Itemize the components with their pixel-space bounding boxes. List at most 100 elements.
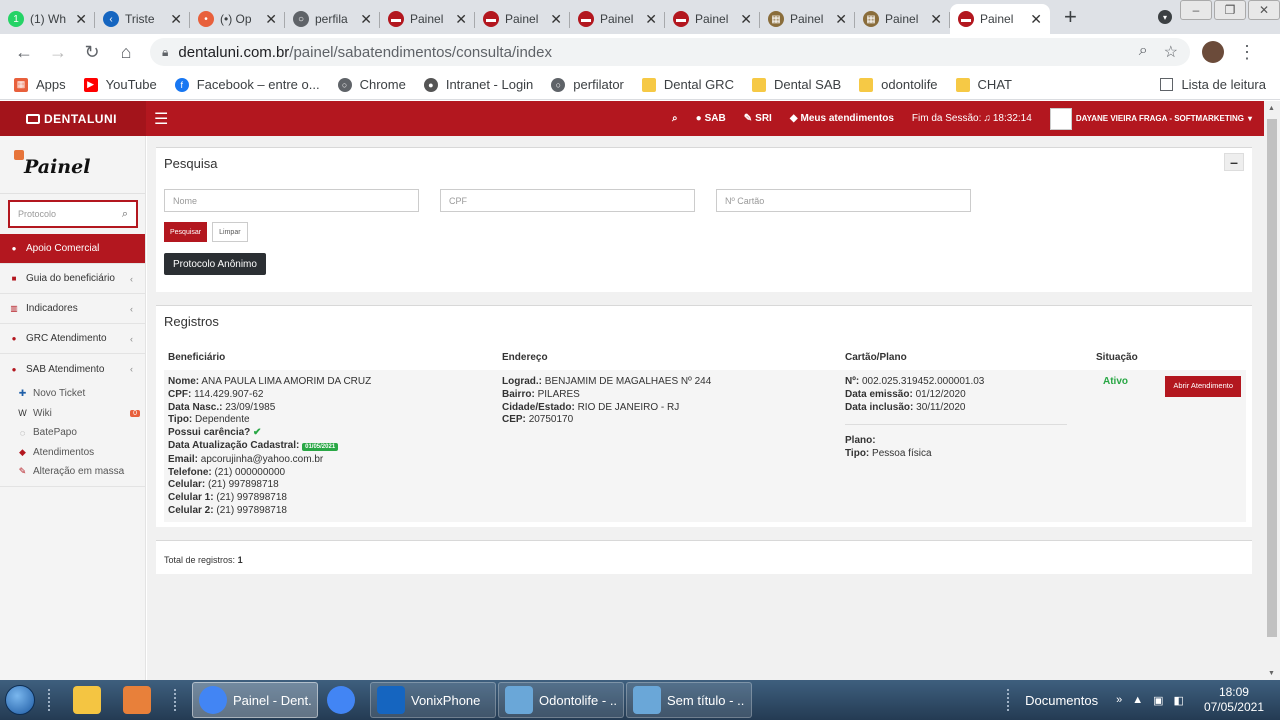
explorer-taskbar-button[interactable] <box>66 682 114 718</box>
abrir-atendimento-button[interactable]: Abrir Atendimento <box>1165 376 1241 397</box>
system-clock[interactable]: 18:09 07/05/2021 <box>1204 685 1264 715</box>
brand-logo[interactable]: DENTALUNI <box>0 101 146 136</box>
sidebar-item-atendimentos[interactable]: ◆ Atendimentos <box>0 443 145 463</box>
protocol-input[interactable]: Protocolo ⌕ <box>8 200 138 228</box>
lock-icon[interactable]: 🔒︎ <box>162 45 168 60</box>
close-tab-icon[interactable]: ✕ <box>170 11 182 28</box>
protocolo-anonimo-button[interactable]: Protocolo Anônimo <box>164 253 266 275</box>
bookmark-intranet[interactable]: ● Intranet - Login <box>423 77 533 92</box>
browser-tab[interactable]: ▬ Painel ✕ <box>665 4 760 34</box>
volume-icon[interactable]: ◧ <box>1174 694 1184 707</box>
scroll-up-icon[interactable]: ▲ <box>1268 105 1275 112</box>
close-tab-icon[interactable]: ✕ <box>1030 11 1042 28</box>
browser-tab[interactable]: ▦ Painel ✕ <box>855 4 950 34</box>
documents-toolbar[interactable]: Documentos <box>1025 693 1098 708</box>
close-tab-icon[interactable]: ✕ <box>835 11 847 28</box>
back-icon[interactable]: ← <box>10 38 38 66</box>
minimize-icon[interactable]: – <box>1180 0 1212 20</box>
address-bar[interactable]: 🔒︎ dentaluni.com.br/painel/sabatendiment… <box>150 38 1190 66</box>
tab-search-icon[interactable]: ▾ <box>1158 10 1172 24</box>
home-icon[interactable]: ⌂ <box>112 38 140 66</box>
close-tab-icon[interactable]: ✕ <box>550 11 562 28</box>
reading-list-button[interactable]: Lista de leitura <box>1160 77 1266 92</box>
browser-tab[interactable]: ‹ Triste ✕ <box>95 4 190 34</box>
panel-icon: ▦ <box>863 11 879 27</box>
search-icon[interactable]: ⌕ <box>672 113 678 124</box>
collapse-icon[interactable]: – <box>1224 153 1244 171</box>
folder-icon <box>641 77 656 92</box>
info-icon: ● <box>11 244 17 253</box>
close-tab-icon[interactable]: ✕ <box>645 11 657 28</box>
bookmark-chrome[interactable]: ○ Chrome <box>337 77 406 92</box>
scroll-down-icon[interactable]: ▼ <box>1268 670 1275 677</box>
nav-sri[interactable]: ✎ SRI <box>744 113 772 124</box>
expand-toolbar-icon[interactable]: » <box>1116 694 1122 706</box>
new-tab-button[interactable]: + <box>1050 4 1091 34</box>
bookmark-apps[interactable]: ▦ Apps <box>14 77 66 92</box>
browser-tab[interactable]: ▬ Painel ✕ <box>380 4 475 34</box>
sidebar-item-novo-ticket[interactable]: ✚ Novo Ticket <box>0 384 145 404</box>
browser-tab[interactable]: ▬ Painel ✕ <box>570 4 665 34</box>
browser-tab[interactable]: ▦ Painel ✕ <box>760 4 855 34</box>
chrome-taskbar-button[interactable] <box>320 682 368 718</box>
bookmark-odontolife[interactable]: odontolife <box>859 77 938 92</box>
nav-meus-atendimentos[interactable]: ◆ Meus atendimentos <box>790 113 894 124</box>
close-window-icon[interactable]: ✕ <box>1248 0 1280 20</box>
sidebar-item-guia[interactable]: ■ Guia do beneficiário ‹ <box>0 264 145 294</box>
bookmark-perfilator[interactable]: ○ perfilator <box>551 77 624 92</box>
cartao-input[interactable]: Nº Cartão <box>716 189 971 212</box>
browser-tab[interactable]: 1 (1) Wh ✕ <box>0 4 95 34</box>
bookmark-youtube[interactable]: ▶ YouTube <box>83 77 157 92</box>
browser-tab[interactable]: ○ perfila ✕ <box>285 4 380 34</box>
tray-arrow-icon[interactable]: ▲ <box>1132 694 1143 706</box>
user-menu[interactable]: DAYANE VIEIRA FRAGA - SOFTMARKETING ▾ <box>1049 107 1252 130</box>
odontolife-taskbar-button[interactable]: Odontolife - ... <box>498 682 624 718</box>
reload-icon[interactable]: ↻ <box>78 38 106 66</box>
sidebar-item-batepapo[interactable]: ◌ BatePapo <box>0 423 145 443</box>
profile-avatar[interactable] <box>1202 41 1224 63</box>
bookmark-dental-sab[interactable]: Dental SAB <box>751 77 841 92</box>
vertical-scrollbar[interactable]: ▲ ▼ <box>1264 101 1280 681</box>
table-row: Nome: ANA PAULA LIMA AMORIM DA CRUZ CPF:… <box>164 370 1246 522</box>
close-tab-icon[interactable]: ✕ <box>75 11 87 28</box>
vonixphone-taskbar-button[interactable]: VonixPhone <box>370 682 496 718</box>
close-tab-icon[interactable]: ✕ <box>265 11 277 28</box>
nome-input[interactable]: Nome <box>164 189 419 212</box>
bookmark-dental-grc[interactable]: Dental GRC <box>641 77 734 92</box>
sidebar-item-sab[interactable]: ● SAB Atendimento ‹ <box>0 354 145 384</box>
browser-tab[interactable]: ▬ Painel ✕ <box>475 4 570 34</box>
sidebar-item-indicadores[interactable]: ▥ Indicadores ‹ <box>0 294 145 324</box>
sidebar-item-alteracao[interactable]: ✎ Alteração em massa <box>0 462 145 482</box>
chrome-painel-taskbar-button[interactable]: Painel - Dent... <box>192 682 318 718</box>
bookmark-star-icon[interactable]: ☆ <box>1164 42 1178 62</box>
sidebar-item-wiki[interactable]: W Wiki 0 <box>0 404 145 424</box>
sidebar-item-apoio-comercial[interactable]: ● Apoio Comercial <box>0 234 145 264</box>
chrome-menu-icon[interactable]: ⋮ <box>1238 42 1256 63</box>
bookmark-facebook[interactable]: f Facebook – entre o... <box>174 77 320 92</box>
media-taskbar-button[interactable] <box>116 682 164 718</box>
browser-tab[interactable]: • (•) Op ✕ <box>190 4 285 34</box>
hamburger-menu-icon[interactable]: ☰ <box>154 109 168 129</box>
cpf-input[interactable]: CPF <box>440 189 695 212</box>
update-date-badge: 01/05/2021 <box>302 442 339 451</box>
bookmark-chat[interactable]: CHAT <box>955 77 1012 92</box>
limpar-button[interactable]: Limpar <box>212 222 248 242</box>
browser-tab-active[interactable]: ▬ Painel ✕ <box>950 4 1050 34</box>
close-tab-icon[interactable]: ✕ <box>455 11 467 28</box>
scrollbar-thumb[interactable] <box>1267 119 1277 637</box>
search-icon[interactable]: ⌕ <box>122 208 128 221</box>
close-tab-icon[interactable]: ✕ <box>930 11 942 28</box>
chat-bubble-icon: ● <box>695 113 702 124</box>
start-button[interactable] <box>0 680 40 720</box>
close-tab-icon[interactable]: ✕ <box>360 11 372 28</box>
restore-icon[interactable]: ❐ <box>1214 0 1246 20</box>
nav-sab[interactable]: ● SAB <box>696 113 726 124</box>
zoom-icon[interactable]: ⌕ <box>1139 42 1148 62</box>
forward-icon[interactable]: → <box>44 38 72 66</box>
close-tab-icon[interactable]: ✕ <box>740 11 752 28</box>
sem-titulo-taskbar-button[interactable]: Sem título - ... <box>626 682 752 718</box>
sidebar-item-grc[interactable]: ● GRC Atendimento ‹ <box>0 324 145 354</box>
network-icon[interactable]: ▣ <box>1153 694 1163 707</box>
folder-icon <box>859 77 874 92</box>
pesquisar-button[interactable]: Pesquisar <box>164 222 208 242</box>
